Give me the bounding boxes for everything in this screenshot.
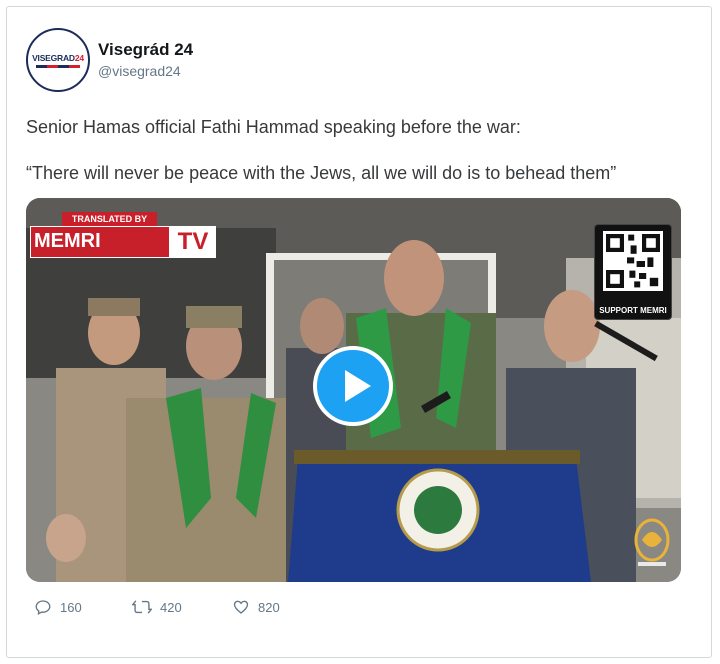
reply-action[interactable]: 160 <box>34 598 82 616</box>
aljazeera-icon <box>634 518 670 566</box>
qr-label: SUPPORT MEMRI <box>599 306 667 315</box>
retweet-action[interactable]: 420 <box>132 598 182 616</box>
play-button[interactable] <box>313 346 393 426</box>
memri-tv: TV <box>170 226 216 258</box>
tweet-text-line-1: Senior Hamas official Fathi Hammad speak… <box>26 117 521 137</box>
like-count: 820 <box>258 599 280 615</box>
like-action[interactable]: 820 <box>232 598 280 616</box>
aljazeera-logo <box>630 516 674 572</box>
tweet-text-line-2: “There will never be peace with the Jews… <box>26 163 617 183</box>
play-icon <box>345 370 371 402</box>
qr-code: SUPPORT MEMRI <box>594 224 672 320</box>
author-handle[interactable]: @visegrad24 <box>98 63 181 79</box>
memri-brand: MEMRI <box>34 230 101 252</box>
retweet-count: 420 <box>160 599 182 615</box>
avatar[interactable]: VISEGRAD24 <box>26 28 90 92</box>
avatar-logo: VISEGRAD24 <box>32 52 84 63</box>
memri-tv-logo: TRANSLATED BY MEMRI TV <box>30 212 240 262</box>
retweet-icon <box>132 600 152 614</box>
heart-icon <box>233 600 249 614</box>
avatar-logo-bar <box>36 64 80 68</box>
qr-code-icon <box>603 231 663 291</box>
reply-icon <box>35 600 51 615</box>
video-player[interactable]: TRANSLATED BY MEMRI TV SUPPORT MEMRI <box>26 198 681 582</box>
memri-translated-by: TRANSLATED BY <box>62 212 157 226</box>
reply-count: 160 <box>60 599 82 615</box>
author-name[interactable]: Visegrád 24 <box>98 40 193 60</box>
